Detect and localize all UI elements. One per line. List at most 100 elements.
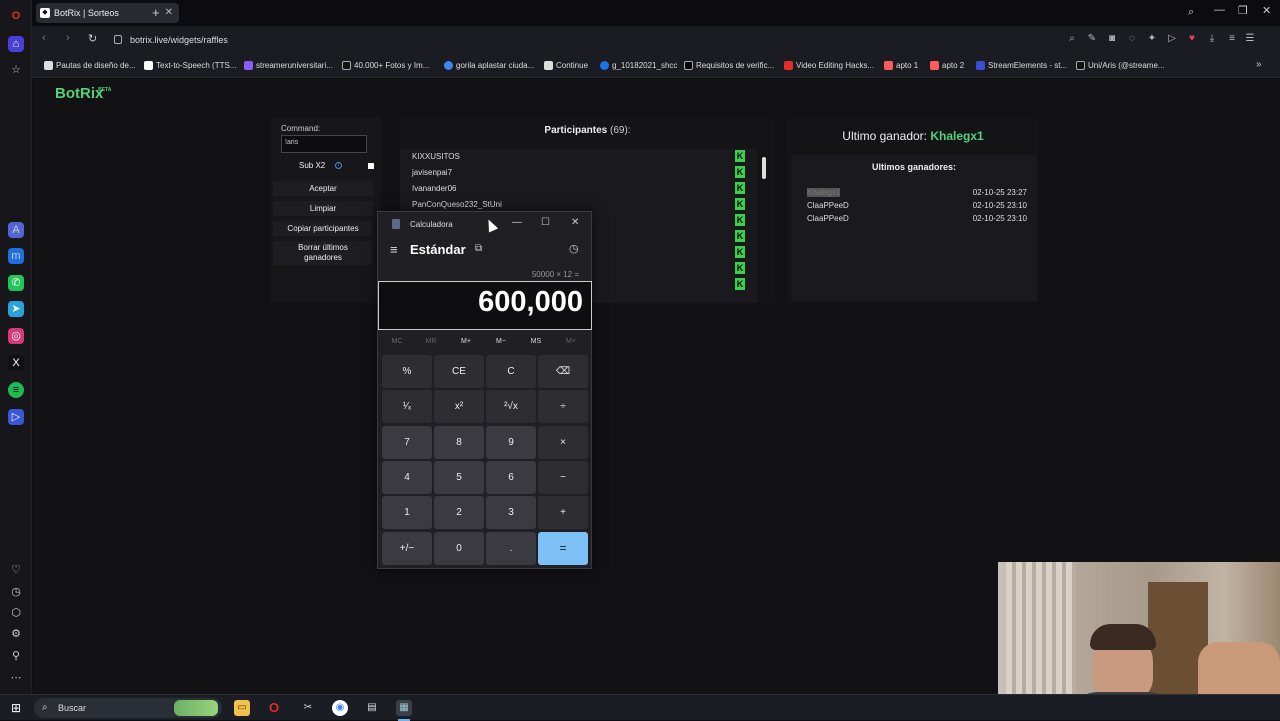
digit-8-button[interactable]: 8 [434,426,484,459]
minimize-icon[interactable]: — [1214,4,1225,16]
bookmark-item[interactable]: Continue [544,60,588,72]
scroll-thumb[interactable] [762,157,766,179]
extension-icon[interactable]: ✦ [1146,33,1158,45]
borrar-ganadores-button[interactable]: Borrar últimos ganadores [273,241,373,265]
multiply-button[interactable]: × [538,426,588,459]
url-field[interactable]: botrix.live/widgets/raffles [112,31,1252,49]
memory-list-button[interactable]: M˅ [556,338,586,345]
botrix-logo[interactable]: BotRix BETA [55,85,111,102]
opera-icon[interactable]: O [266,700,282,716]
hamburger-menu-icon[interactable]: ≡ [390,242,398,257]
camera-icon[interactable]: ◙ [1106,33,1118,45]
player-icon[interactable]: ▷ [8,409,24,425]
decimal-button[interactable]: . [486,532,536,565]
app-icon[interactable]: ▤ [364,700,380,716]
restore-icon[interactable]: ❐ [1238,4,1248,17]
calculator-window[interactable]: Calculadora — ☐ ✕ ≡ Estándar ⧉ ◷ 50000 ×… [377,211,592,569]
home-icon[interactable]: ⌂ [8,36,24,52]
digit-4-button[interactable]: 4 [382,461,432,494]
edit-icon[interactable]: ✎ [1086,33,1098,45]
digit-3-button[interactable]: 3 [486,496,536,529]
bookmark-item[interactable]: apto 1 [884,60,918,72]
square-button[interactable]: x² [434,390,484,423]
more-bookmarks-icon[interactable]: » [1256,59,1262,70]
taskbar-search[interactable]: ⌕ Buscar [34,698,222,718]
bookmark-item[interactable]: Pautas de diseño de... [44,60,136,72]
bookmark-item[interactable]: streameruniversitari... [244,60,333,72]
forward-icon[interactable]: › [66,32,70,44]
bookmark-item[interactable]: apto 2 [930,60,964,72]
digit-1-button[interactable]: 1 [382,496,432,529]
menu-icon[interactable]: ≡ [1226,33,1238,45]
minimize-icon[interactable]: — [512,217,522,228]
calculator-taskbar-icon[interactable]: ▦ [396,700,412,716]
pinboard-icon[interactable]: ☆ [8,62,24,78]
ce-button[interactable]: CE [434,355,484,388]
digit-5-button[interactable]: 5 [434,461,484,494]
sqrt-button[interactable]: ²√x [486,390,536,423]
digit-9-button[interactable]: 9 [486,426,536,459]
participants-scrollbar[interactable] [761,149,767,303]
keep-on-top-icon[interactable]: ⧉ [475,243,482,254]
tips-icon[interactable]: ⚲ [8,648,24,664]
bookmark-item[interactable]: Video Editing Hacks... [784,60,874,72]
play-icon[interactable]: ▷ [1166,33,1178,45]
heart-icon[interactable]: ♡ [8,562,24,578]
favorite-icon[interactable]: ♥ [1186,33,1198,45]
windows-start-icon[interactable]: ⊞ [8,700,24,716]
bookmark-item[interactable]: 40.000+ Fotos y Im... [342,60,429,72]
bookmark-item[interactable]: Requisitos de verific... [684,60,774,72]
download-icon[interactable]: ⤓ [1206,33,1218,45]
history-icon[interactable]: ◷ [8,584,24,600]
digit-7-button[interactable]: 7 [382,426,432,459]
instagram-icon[interactable]: ◎ [8,328,24,344]
c-button[interactable]: C [486,355,536,388]
backspace-button[interactable]: ⌫ [538,355,588,388]
search-icon[interactable]: ⌕ [1066,33,1078,45]
aceptar-button[interactable]: Aceptar [273,181,373,196]
close-icon[interactable]: ✕ [571,217,579,228]
x-icon[interactable]: X [8,355,24,371]
box-icon[interactable]: ⬡ [8,605,24,621]
command-input[interactable]: !aris [281,135,367,153]
bookmark-item[interactable]: Text-to-Speech (TTS... [144,60,236,72]
whatsapp-icon[interactable]: ✆ [8,275,24,291]
digit-2-button[interactable]: 2 [434,496,484,529]
close-tab-icon[interactable]: ✕ [165,3,173,23]
plus-button[interactable]: + [538,496,588,529]
bookmark-item[interactable]: gorila aplastar ciuda... [444,60,534,72]
minus-button[interactable]: − [538,461,588,494]
search-tabs-icon[interactable]: ⌕ [1188,6,1194,19]
spotify-icon[interactable]: ≡ [8,382,24,398]
easy-setup-icon[interactable]: ☰ [1244,33,1256,45]
sub-x2-checkbox[interactable] [368,163,374,169]
messenger-icon[interactable]: m [8,248,24,264]
bookmark-item[interactable]: Uni/Aris (@streame... [1076,60,1165,72]
divide-button[interactable]: ÷ [538,390,588,423]
telegram-icon[interactable]: ➤ [8,301,24,317]
m-minus-button[interactable]: M− [486,338,516,345]
bookmark-item[interactable]: g_10182021_shcc [600,60,677,72]
digit-6-button[interactable]: 6 [486,461,536,494]
vpn-icon[interactable]: ◌ [1126,33,1138,45]
reload-icon[interactable]: ↻ [88,32,97,45]
ms-button[interactable]: MS [521,338,551,345]
mc-button[interactable]: MC [382,338,412,345]
mr-button[interactable]: MR [416,338,446,345]
percent-button[interactable]: % [382,355,432,388]
close-window-icon[interactable]: ✕ [1262,4,1271,17]
equals-button[interactable]: = [538,532,588,565]
negate-button[interactable]: +/− [382,532,432,565]
copiar-participantes-button[interactable]: Copiar participantes [273,221,373,236]
file-explorer-icon[interactable]: ▭ [234,700,250,716]
opera-logo-icon[interactable]: O [8,8,24,24]
chrome-icon[interactable]: ◉ [332,700,348,716]
digit-0-button[interactable]: 0 [434,532,484,565]
info-icon[interactable]: i [335,162,342,169]
more-icon[interactable]: ⋯ [8,670,24,686]
reciprocal-button[interactable]: ¹⁄ₓ [382,390,432,423]
history-icon[interactable]: ◷ [569,242,579,255]
m-plus-button[interactable]: M+ [451,338,481,345]
limpiar-button[interactable]: Limpiar [273,201,373,216]
aria-icon[interactable]: A [8,222,24,238]
